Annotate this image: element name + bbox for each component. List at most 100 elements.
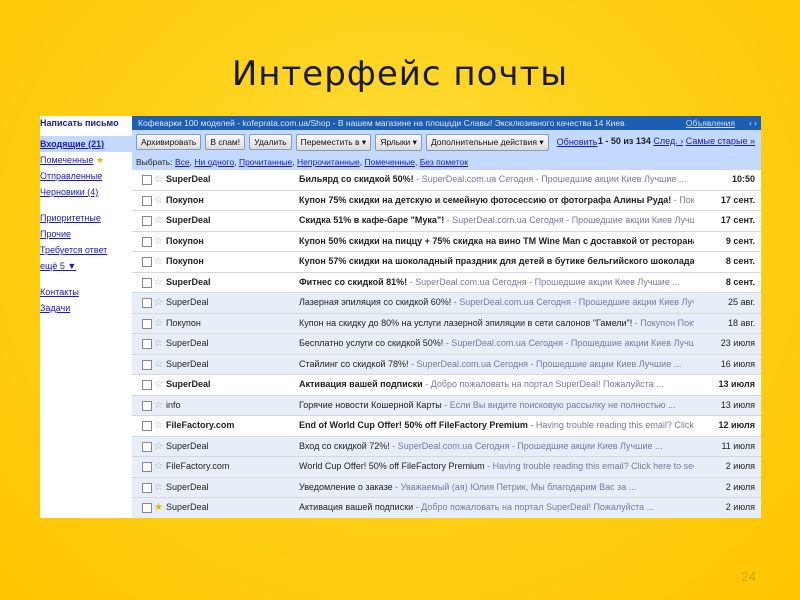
select-filter-link[interactable]: Помеченные bbox=[364, 157, 415, 167]
gmail-screenshot: Написать письмо Входящие (21) Помеченные … bbox=[40, 116, 761, 518]
star-icon[interactable]: ☆ bbox=[154, 334, 163, 354]
email-subject: Купон 75% скидки на детскую и семейную ф… bbox=[299, 194, 672, 205]
email-subject: Вход со скидкой 72%! bbox=[299, 440, 390, 451]
sidebar-item[interactable]: Черновики (4) bbox=[40, 184, 132, 200]
select-checkbox[interactable] bbox=[142, 462, 152, 472]
select-checkbox[interactable] bbox=[142, 277, 152, 288]
email-row[interactable]: ☆ SuperDeal Лазерная эпиляция со скидкой 6… bbox=[132, 293, 761, 314]
email-date: 17 сент. bbox=[720, 215, 755, 225]
email-subject-line: Бесплатно услуги со скидкой 50%! - Super… bbox=[299, 334, 694, 354]
email-row[interactable]: ☆ SuperDeal Вход со скидкой 72%! - SuperDe… bbox=[132, 436, 761, 457]
sidebar-item[interactable]: Приоритетные bbox=[40, 210, 132, 226]
sidebar-item[interactable]: Требуется ответ bbox=[40, 242, 132, 258]
email-row[interactable]: ☆ SuperDeal Бесплатно услуги со скидкой 50… bbox=[132, 334, 761, 355]
email-subject: Бесплатно услуги со скидкой 50%! bbox=[299, 338, 444, 348]
star-icon[interactable]: ☆ bbox=[154, 211, 163, 231]
select-checkbox[interactable] bbox=[142, 441, 152, 452]
select-checkbox[interactable] bbox=[142, 482, 152, 493]
email-date: 2 июля bbox=[725, 461, 755, 471]
email-row[interactable]: ☆ Покупон Купон на скидку до 80% на услуги… bbox=[132, 313, 761, 334]
email-subject-line: World Cup Offer! 50% off FileFactory Pre… bbox=[299, 457, 694, 477]
email-sender: Покупон bbox=[166, 235, 204, 246]
email-row[interactable]: ☆ Покупон Купон 50% скидки на пиццу + 75% … bbox=[132, 231, 761, 252]
move-to-button[interactable]: Переместить в ▾ bbox=[295, 133, 372, 151]
compose-link[interactable]: Написать письмо bbox=[40, 116, 132, 136]
sidebar-item[interactable]: Отправленные bbox=[40, 168, 132, 184]
archive-button[interactable]: Архивировать bbox=[136, 134, 202, 150]
refresh-link[interactable]: Обновить bbox=[557, 137, 598, 147]
sidebar-item[interactable]: ещё 5 ▼ bbox=[40, 258, 132, 274]
email-sender: info bbox=[166, 399, 181, 410]
star-icon[interactable]: ☆ bbox=[154, 478, 163, 498]
star-icon[interactable]: ☆ bbox=[154, 273, 163, 293]
email-sender: Покупон bbox=[166, 317, 201, 328]
select-checkbox[interactable] bbox=[142, 503, 152, 513]
star-icon[interactable]: ☆ bbox=[154, 355, 163, 375]
email-row[interactable]: ☆ Покупон Купон 75% скидки на детскую и се… bbox=[132, 190, 761, 211]
star-icon[interactable]: ☆ bbox=[154, 191, 163, 211]
select-checkbox[interactable] bbox=[142, 175, 152, 185]
select-checkbox[interactable] bbox=[142, 236, 152, 247]
select-checkbox[interactable] bbox=[142, 400, 152, 411]
email-date: 8 сент. bbox=[725, 256, 755, 266]
star-icon[interactable]: ☆ bbox=[154, 375, 163, 395]
star-icon[interactable]: ☆ bbox=[154, 170, 163, 190]
star-icon[interactable]: ☆ bbox=[154, 314, 163, 334]
email-row[interactable]: ☆ Покупон Купон 57% скидки на шоколадный п… bbox=[132, 252, 761, 273]
email-snippet: - SuperDeal.com.ua Сегодня - Прошедшие а… bbox=[443, 338, 694, 348]
email-snippet: - SuperDeal.com.ua Сегодня - Прошедшие а… bbox=[389, 440, 663, 451]
select-filter-link[interactable]: Все bbox=[175, 157, 190, 167]
pager-oldest-link[interactable]: Самые старые » bbox=[686, 136, 755, 146]
select-filter-link[interactable]: Без пометок bbox=[420, 157, 468, 167]
select-filter-link[interactable]: Ни одного bbox=[194, 157, 234, 167]
sidebar-item[interactable]: Прочие bbox=[40, 226, 132, 242]
email-subject: Фитнес со скидкой 81%! bbox=[299, 276, 408, 287]
email-row[interactable]: ☆ SuperDeal Уведомление о заказе - Уважаем… bbox=[132, 477, 761, 498]
ads-link[interactable]: Объявления bbox=[686, 116, 735, 130]
email-row[interactable]: ☆ SuperDeal Активация вашей подписки - Доб… bbox=[132, 375, 761, 396]
sidebar-item[interactable]: Задачи bbox=[40, 300, 132, 316]
email-row[interactable]: ★ SuperDeal Активация вашей подписки - Доб… bbox=[132, 498, 761, 518]
star-icon[interactable]: ☆ bbox=[154, 416, 163, 436]
email-row[interactable]: ☆ SuperDeal Скидка 51% в кафе-баре "Мука"!… bbox=[132, 211, 761, 232]
sidebar-item[interactable]: Входящие (21) bbox=[40, 136, 132, 152]
email-row[interactable]: ☆ SuperDeal Стайлинг со скидкой 78%! - Sup… bbox=[132, 354, 761, 375]
delete-button[interactable]: Удалить bbox=[249, 134, 292, 150]
more-actions-button[interactable]: Дополнительные действия ▾ bbox=[425, 133, 549, 151]
spam-button[interactable]: В спам! bbox=[205, 134, 246, 150]
sidebar-item[interactable]: Помеченные bbox=[40, 152, 93, 168]
select-checkbox[interactable] bbox=[142, 318, 152, 329]
sidebar-item[interactable]: Контакты bbox=[40, 284, 132, 300]
select-checkbox[interactable] bbox=[142, 359, 152, 370]
select-filter-link[interactable]: Непрочитанные bbox=[297, 157, 360, 167]
select-checkbox[interactable] bbox=[142, 195, 152, 206]
star-icon[interactable]: ☆ bbox=[154, 457, 163, 477]
select-checkbox[interactable] bbox=[142, 421, 152, 431]
star-icon[interactable]: ☆ bbox=[154, 437, 163, 457]
email-snippet: - Уважаемый (ая) Юлия Петрик, Мы благода… bbox=[392, 481, 637, 492]
select-checkbox[interactable] bbox=[142, 380, 152, 390]
star-icon[interactable]: ☆ bbox=[154, 293, 163, 313]
email-row[interactable]: ☆ SuperDeal Фитнес со скидкой 81%! - Super… bbox=[132, 272, 761, 293]
select-checkbox[interactable] bbox=[142, 216, 152, 226]
labels-button[interactable]: Ярлыки ▾ bbox=[375, 133, 422, 151]
select-checkbox[interactable] bbox=[142, 257, 152, 267]
select-filter-link[interactable]: Прочитанные bbox=[239, 157, 292, 167]
email-snippet: - SuperDeal.com.ua Сегодня - Прошедшие а… bbox=[407, 276, 680, 287]
select-checkbox[interactable] bbox=[142, 339, 152, 349]
email-subject-line: Активация вашей подписки - Добро пожалов… bbox=[299, 375, 694, 395]
star-icon: ★ bbox=[93, 155, 105, 165]
star-icon[interactable]: ☆ bbox=[154, 252, 163, 272]
pager-next-link[interactable]: След. › bbox=[653, 136, 683, 146]
email-row[interactable]: ☆ FileFactory.com End of World Cup Offer! … bbox=[132, 416, 761, 437]
email-snippet: - Покупон Лску bbox=[673, 194, 694, 205]
star-icon[interactable]: ★ bbox=[154, 498, 163, 518]
ad-nav-arrows[interactable]: ‹ › bbox=[749, 116, 757, 130]
email-row[interactable]: ☆ info Горячие новости Кошерной Карты - Ес… bbox=[132, 395, 761, 416]
ad-text[interactable]: Кофеварки 100 моделей - kofeprata.com.ua… bbox=[138, 118, 625, 128]
star-icon[interactable]: ☆ bbox=[154, 396, 163, 416]
email-row[interactable]: ☆ SuperDeal Бильярд со скидкой 50%! - Supe… bbox=[132, 170, 761, 191]
star-icon[interactable]: ☆ bbox=[154, 232, 163, 252]
email-row[interactable]: ☆ FileFactory.com World Cup Offer! 50% off… bbox=[132, 457, 761, 478]
select-checkbox[interactable] bbox=[142, 298, 152, 308]
